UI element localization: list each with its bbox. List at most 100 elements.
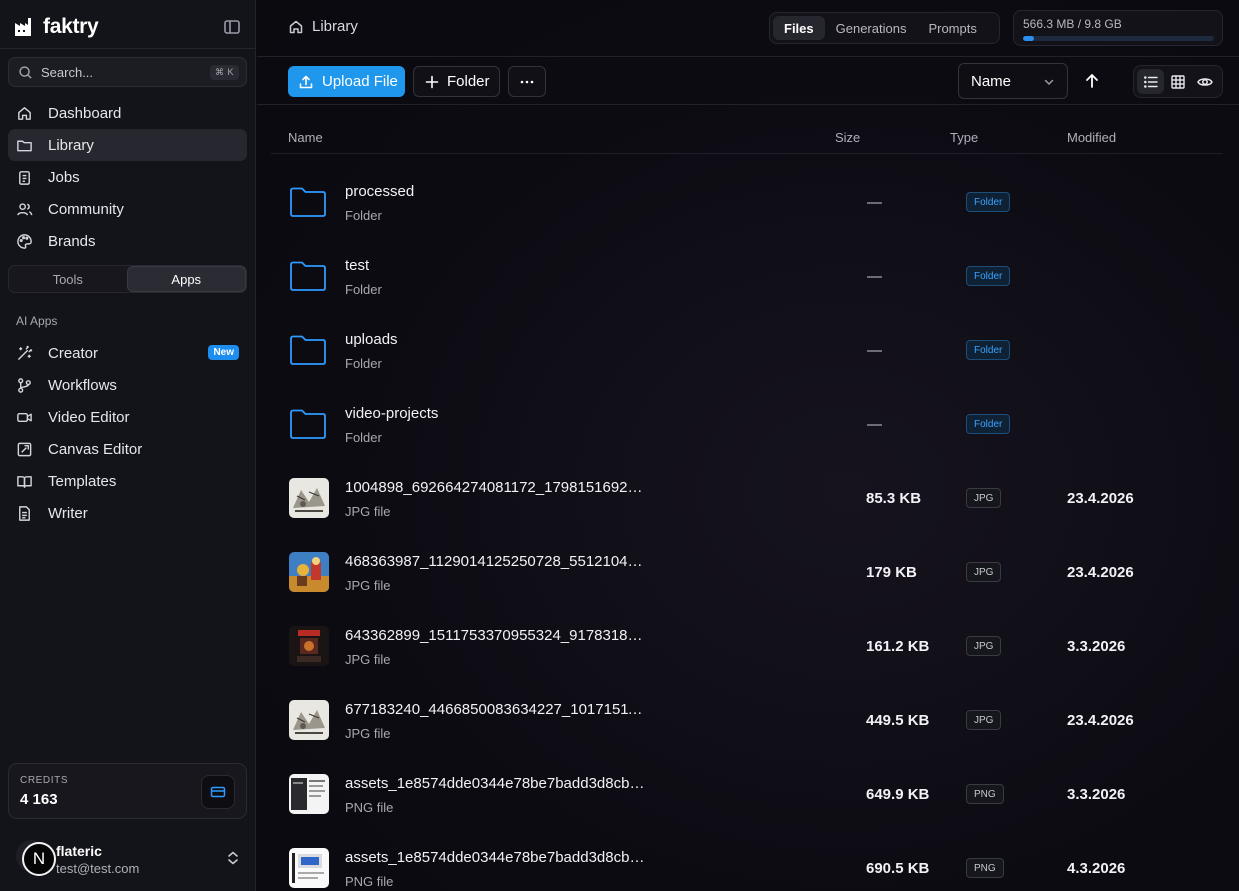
file-row[interactable]: assets_1e8574dde0344e78be7badd3d8cbc... P… (271, 757, 1223, 831)
file-thumbnail (289, 626, 329, 666)
divider (0, 48, 255, 49)
column-header-name[interactable]: Name (288, 130, 323, 145)
file-kind: Folder (345, 208, 382, 223)
sort-by-select[interactable]: Name (958, 63, 1068, 99)
file-kind: Folder (345, 430, 382, 445)
new-folder-label: Folder (447, 73, 490, 90)
type-badge: JPG (966, 636, 1002, 656)
sidebar-toggle-icon[interactable] (222, 17, 242, 37)
tab-generations[interactable]: Generations (825, 16, 918, 40)
file-thumbnail (289, 774, 329, 814)
apps-tab[interactable]: Apps (126, 266, 246, 292)
file-kind: JPG file (345, 578, 391, 593)
folder-icon (288, 330, 328, 370)
tab-prompts[interactable]: Prompts (917, 16, 987, 40)
buy-credits-button[interactable] (201, 775, 235, 809)
nav-label: Workflows (48, 376, 117, 394)
folder-icon (288, 404, 328, 444)
upload-file-button[interactable]: Upload File (288, 66, 405, 97)
plus-icon (425, 75, 439, 88)
file-size: — (867, 416, 882, 433)
new-folder-button[interactable]: Folder (413, 66, 500, 97)
file-kind: PNG file (345, 874, 394, 889)
nav-item-dashboard[interactable]: Dashboard (8, 97, 247, 129)
nav-item-video-editor[interactable]: Video Editor (8, 401, 247, 433)
file-name: assets_1e8574dde0344e78be7badd3d8cbc... (345, 849, 645, 866)
credits-label: CREDITS (20, 775, 69, 786)
main-content: Library Files Generations Prompts 566.3 … (257, 0, 1239, 891)
chevrons-up-down-icon (228, 851, 238, 865)
library-tabs: Files Generations Prompts (769, 12, 1000, 44)
file-name: 1004898_692664274081172_1798151692_n.j..… (345, 479, 645, 496)
column-header-size[interactable]: Size (835, 130, 860, 145)
logo[interactable]: faktry (14, 14, 242, 40)
grid-view-button[interactable] (1164, 69, 1191, 94)
palette-icon (17, 233, 32, 249)
breadcrumb-current[interactable]: Library (312, 18, 358, 35)
file-row[interactable]: 468363987_1129014125250728_5512104879...… (271, 535, 1223, 609)
file-thumbnail (289, 848, 329, 888)
file-size: 85.3 KB (866, 490, 922, 507)
file-kind: PNG file (345, 800, 394, 815)
nav-item-community[interactable]: Community (8, 193, 247, 225)
nav-label: Creator (48, 344, 99, 362)
file-size: 649.9 KB (866, 786, 930, 803)
type-badge: Folder (966, 414, 1011, 434)
file-thumbnail (289, 700, 329, 740)
nav-item-jobs[interactable]: Jobs (8, 161, 247, 193)
home-icon[interactable] (288, 19, 304, 35)
file-kind: JPG file (345, 726, 391, 741)
file-size: — (867, 194, 882, 211)
type-badge: Folder (966, 192, 1011, 212)
nav-item-templates[interactable]: Templates (8, 465, 247, 497)
preview-view-button[interactable] (1192, 69, 1219, 94)
tools-tab[interactable]: Tools (9, 266, 127, 292)
type-badge: Folder (966, 340, 1011, 360)
nav-label: Writer (48, 504, 88, 522)
search-input[interactable] (41, 64, 210, 80)
file-row[interactable]: 1004898_692664274081172_1798151692_n.j..… (271, 461, 1223, 535)
nav-item-canvas-editor[interactable]: Canvas Editor (8, 433, 247, 465)
nav-item-writer[interactable]: Writer (8, 497, 247, 529)
file-row[interactable]: 677183240_4466850083634227_1017151132...… (271, 683, 1223, 757)
nav-item-brands[interactable]: Brands (8, 225, 247, 257)
more-horizontal-icon (520, 80, 534, 83)
canvas-icon (17, 442, 32, 456)
list-icon (1143, 75, 1158, 88)
file-row[interactable]: 643362899_1511753370955324_917831803... J… (271, 609, 1223, 683)
storage-bar-fill (1023, 36, 1034, 41)
file-name: 468363987_1129014125250728_5512104879... (345, 553, 645, 570)
home-icon (18, 106, 31, 120)
folder-row[interactable]: video-projects Folder — Folder (271, 387, 1223, 461)
list-view-button[interactable] (1137, 69, 1165, 94)
nav-item-workflows[interactable]: Workflows (8, 369, 247, 401)
avatar: N (16, 840, 56, 876)
nav-label: Canvas Editor (48, 440, 143, 458)
file-row[interactable]: assets_1e8574dde0344e78be7badd3d8cbc... P… (271, 831, 1223, 891)
folder-row[interactable]: uploads Folder — Folder (271, 313, 1223, 387)
credit-card-icon (210, 786, 226, 798)
nav-label: Templates (48, 472, 117, 490)
user-menu[interactable]: N flateric test@test.com (16, 834, 246, 878)
column-header-modified[interactable]: Modified (1067, 130, 1116, 145)
search-box[interactable]: ⌘ K (8, 57, 247, 87)
more-actions-button[interactable] (508, 66, 546, 97)
modified-date: 3.3.2026 (1067, 638, 1126, 655)
storage-text: 566.3 MB / 9.8 GB (1023, 17, 1122, 31)
column-header-type[interactable]: Type (950, 130, 978, 145)
nav-item-library[interactable]: Library (8, 129, 247, 161)
sort-direction-arrow-up-icon[interactable] (1083, 72, 1101, 90)
type-badge: JPG (966, 710, 1002, 730)
folder-row[interactable]: processed Folder — Folder (271, 165, 1223, 239)
new-badge: New (208, 345, 239, 360)
folder-icon (288, 182, 328, 222)
workflow-icon (18, 377, 31, 393)
folder-row[interactable]: test Folder — Folder (271, 239, 1223, 313)
user-email: test@test.com (56, 861, 140, 876)
divider (257, 56, 1239, 57)
tab-files[interactable]: Files (773, 16, 825, 40)
file-kind: Folder (345, 356, 382, 371)
file-size: 690.5 KB (866, 860, 930, 877)
nav-item-creator[interactable]: Creator New (8, 337, 247, 369)
video-icon (17, 412, 32, 422)
